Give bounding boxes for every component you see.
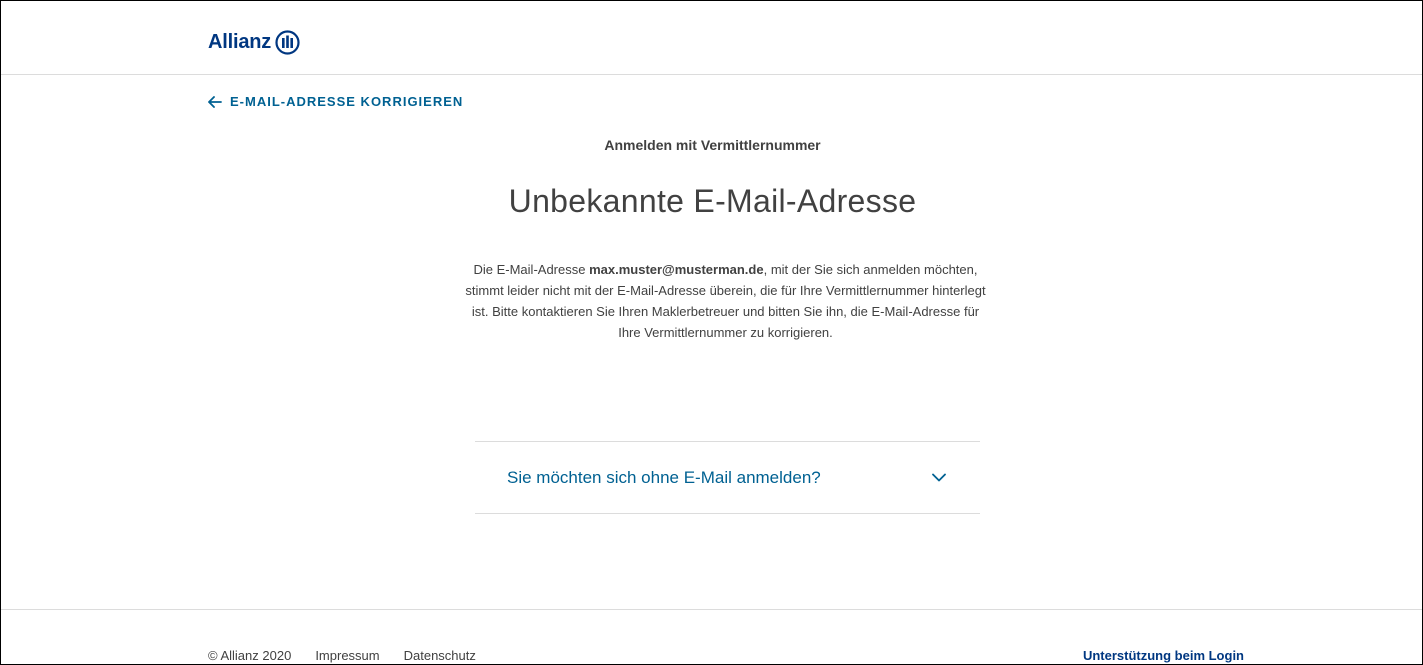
- logo-text: Allianz: [208, 31, 272, 53]
- allianz-eagle-icon: [275, 30, 300, 55]
- page-eyebrow: Anmelden mit Vermittlernummer: [604, 137, 821, 153]
- footer-links: © Allianz 2020 Impressum Datenschutz: [208, 648, 476, 663]
- page: Allianz E-MAIL-ADRESSE KORRIGIEREN Anmel…: [0, 0, 1423, 665]
- footer: © Allianz 2020 Impressum Datenschutz Unt…: [1, 609, 1422, 665]
- page-title: Unbekannte E-Mail-Adresse: [508, 183, 917, 219]
- description-text: Die E-Mail-Adresse max.muster@musterman.…: [463, 259, 988, 343]
- header: Allianz: [1, 1, 1422, 75]
- datenschutz-link[interactable]: Datenschutz: [404, 648, 476, 663]
- impressum-link[interactable]: Impressum: [315, 648, 379, 663]
- login-without-email-accordion[interactable]: Sie möchten sich ohne E-Mail anmelden?: [475, 441, 980, 514]
- copyright-text: © Allianz 2020: [208, 648, 292, 663]
- login-support-link[interactable]: Unterstützung beim Login: [1083, 648, 1244, 663]
- chevron-down-icon: [932, 473, 946, 482]
- back-link-label: E-MAIL-ADRESSE KORRIGIEREN: [230, 94, 464, 109]
- back-link-correct-email[interactable]: E-MAIL-ADRESSE KORRIGIEREN: [208, 94, 463, 109]
- accordion-label: Sie möchten sich ohne E-Mail anmelden?: [507, 467, 821, 487]
- allianz-logo[interactable]: Allianz: [208, 30, 300, 55]
- arrow-left-icon: [208, 95, 222, 108]
- description-prefix: Die E-Mail-Adresse: [473, 262, 590, 277]
- description-email: max.muster@musterman.de: [589, 262, 764, 277]
